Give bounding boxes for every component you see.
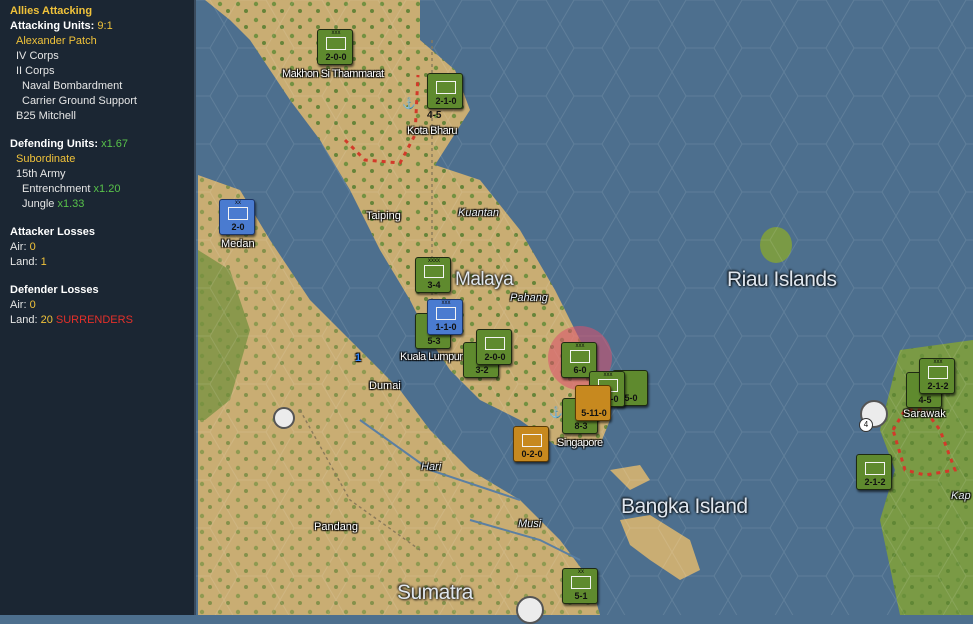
- label-makhon: Makhon Si Thammarat: [282, 68, 384, 80]
- label-bangka-island: Bangka Island: [621, 495, 748, 518]
- attacker-land-row: Land: 1: [10, 256, 47, 268]
- air-unit-icon: [326, 37, 346, 50]
- unit-counter-singapore-defender[interactable]: 5-11-0: [575, 385, 611, 421]
- label-kuala-lumpur: Kuala Lumpur: [400, 351, 463, 363]
- surrenders-label: SURRENDERS: [55, 314, 133, 326]
- attacking-unit-0: IV Corps: [16, 50, 59, 62]
- city-resource-marker[interactable]: 4: [859, 400, 888, 432]
- unit-counter-taiping[interactable]: xxxx 3-4: [415, 257, 451, 293]
- defending-ratio: x1.67: [101, 138, 128, 150]
- jungle-row: Jungle x1.33: [22, 198, 85, 210]
- air-unit-icon: [928, 366, 948, 379]
- unit-counter-palembang[interactable]: xx 5-1: [562, 568, 598, 604]
- label-musi: Musi: [518, 518, 542, 530]
- artillery-icon: [436, 81, 456, 94]
- hq-icon: [424, 265, 444, 278]
- port-anchor-icon: ⚓: [402, 98, 416, 110]
- attacking-units-row: Attacking Units: 9:1: [10, 20, 113, 32]
- city-marker-palembang[interactable]: [516, 596, 544, 624]
- defending-commander: Subordinate: [16, 153, 76, 165]
- label-singapore: Singapore: [557, 437, 603, 449]
- unit-counter-makhon[interactable]: xxx 2-0-0: [317, 29, 353, 65]
- defender-losses-heading: Defender Losses: [10, 284, 99, 296]
- defending-units-row: Defending Units: x1.67: [10, 138, 128, 150]
- entrenchment-row: Entrenchment x1.20: [22, 183, 121, 195]
- unit-strength-kota-bharu: 4-5: [427, 110, 442, 121]
- resource-count-badge: 4: [859, 418, 873, 432]
- label-dumai: Dumai: [369, 380, 401, 392]
- unit-counter-kota-bharu[interactable]: 2-1-0: [427, 73, 463, 109]
- port-number: 1: [355, 352, 362, 364]
- naval-anchor-icon: [571, 576, 591, 589]
- air-unit-icon: [485, 337, 505, 350]
- unit-counter-sumatra-axis[interactable]: 0-2-0: [513, 426, 549, 462]
- attacking-support-1: Carrier Ground Support: [22, 95, 137, 107]
- label-kuantan: Kuantan: [458, 207, 499, 219]
- label-malaya: Malaya: [455, 269, 514, 290]
- label-hari: Hari: [421, 461, 442, 473]
- defender-air-row: Air: 0: [10, 299, 36, 311]
- infantry-icon: [570, 350, 590, 363]
- attacking-support-0: Naval Bombardment: [22, 80, 123, 92]
- label-sumatra: Sumatra: [397, 581, 473, 604]
- attacking-extra: B25 Mitchell: [16, 110, 76, 122]
- label-taiping: Taiping: [366, 210, 401, 222]
- label-medan: Medan: [221, 238, 255, 250]
- attacking-unit-1: II Corps: [16, 65, 55, 77]
- attacker-losses-heading: Attacker Losses: [10, 226, 95, 238]
- attacker-air-row: Air: 0: [10, 241, 36, 253]
- label-sarawak: Sarawak: [903, 408, 946, 420]
- infantry-icon: [228, 207, 248, 220]
- label-kap: Kap: [951, 490, 971, 502]
- panel-title: Allies Attacking: [10, 5, 93, 17]
- commander-name: Alexander Patch: [16, 35, 97, 47]
- label-pandang: Pandang: [314, 521, 359, 533]
- air-unit-icon: [865, 462, 885, 475]
- defending-unit: 15th Army: [16, 168, 66, 180]
- unit-counter-kl-east[interactable]: 2-0-0: [476, 329, 512, 365]
- unit-counter-borneo[interactable]: 2-1-2: [856, 454, 892, 490]
- oil-resource-icon: [273, 407, 295, 429]
- defender-land-row: Land: 20 SURRENDERS: [10, 314, 133, 326]
- air-unit-icon: [436, 307, 456, 320]
- label-pahang: Pahang: [510, 292, 548, 304]
- attacking-ratio: 9:1: [97, 20, 113, 32]
- port-anchor-icon-singapore: ⚓: [549, 407, 563, 419]
- unit-counter-medan[interactable]: xx 2-0: [219, 199, 255, 235]
- label-riau-islands: Riau Islands: [727, 268, 837, 291]
- label-kota-bharu: Kota Bharu: [407, 125, 458, 137]
- air-unit-icon: [522, 434, 542, 447]
- unit-counter-kuala-lumpur[interactable]: xxx 1-1-0: [427, 299, 463, 335]
- unit-counter-sarawak[interactable]: xxx 2-1-2: [919, 358, 955, 394]
- combat-info-panel: Allies Attacking Attacking Units: 9:1 Al…: [0, 0, 196, 615]
